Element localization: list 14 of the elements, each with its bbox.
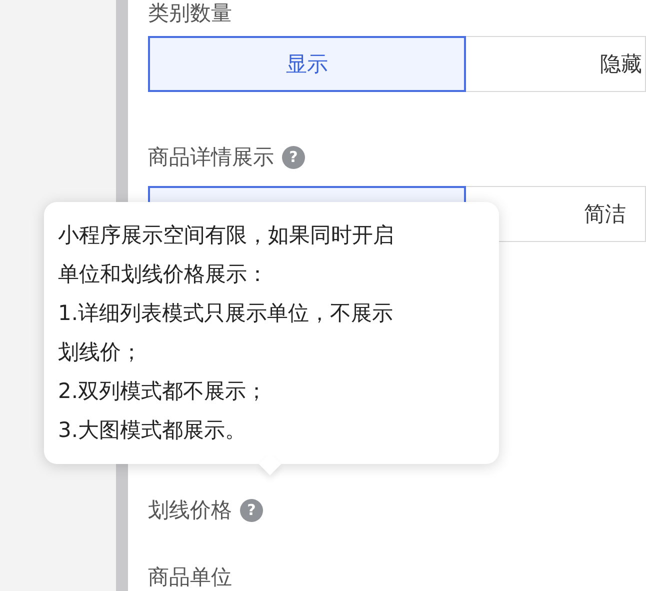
field-label: 商品单位 [148,564,232,591]
tooltip-text: 1.详细列表模式只展示单位，不展示 [58,300,394,327]
tooltip-text: 2.双列模式都不展示； [58,378,268,405]
help-icon[interactable]: ? [240,498,263,522]
segment-option[interactable]: 显示 [148,36,466,92]
tooltip-text: 3.大图模式都展示。 [58,417,248,444]
tooltip-text: 小程序展示空间有限，如果同时开启 [58,222,395,249]
help-icon[interactable]: ? [282,146,305,168]
segment-option[interactable]: 隐藏 [466,36,646,92]
tooltip-text: 单位和划线价格展示： [58,261,269,288]
tooltip-text: 划线价； [58,339,143,366]
field-label: 划线价格 [148,497,232,524]
field-label: 类别数量 [148,0,232,27]
field-label: 商品详情展示 [148,144,274,171]
